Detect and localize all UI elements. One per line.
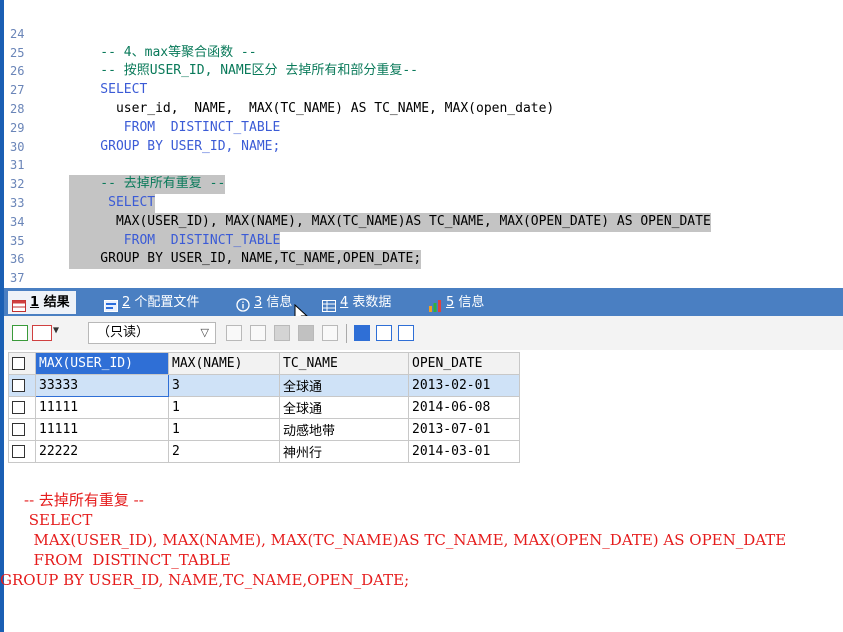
table-cell[interactable]: 33333 xyxy=(35,374,169,397)
info-icon xyxy=(236,297,250,312)
column-header[interactable]: OPEN_DATE xyxy=(408,352,520,375)
text-view-icon[interactable] xyxy=(398,325,414,341)
row-checkbox[interactable] xyxy=(8,418,36,441)
tab-number: 3 xyxy=(254,295,263,310)
editor-line: 28 FROM DISTINCT_TABLE xyxy=(4,81,843,135)
tab-number: 5 xyxy=(446,295,455,310)
row-checkbox[interactable] xyxy=(8,396,36,419)
row-checkbox[interactable] xyxy=(8,440,36,463)
editor-line: 34 FROM DISTINCT_TABLE xyxy=(4,194,843,251)
table-cell[interactable]: 11111 xyxy=(35,396,169,419)
profile-icon xyxy=(104,297,118,312)
editor-line: 30 xyxy=(4,119,843,154)
annotation-sql: -- 去掉所有重复 -- SELECT MAX(USER_ID), MAX(NA… xyxy=(0,490,787,590)
table-cell[interactable]: 22222 xyxy=(35,440,169,463)
insert-row-icon[interactable] xyxy=(226,325,242,341)
editor-line: 35 GROUP BY USER_ID, NAME,TC_NAME,OPEN_D… xyxy=(4,213,843,270)
table-cell[interactable]: 2013-07-01 xyxy=(408,418,520,441)
table-cell[interactable]: 1 xyxy=(168,418,280,441)
table-cell[interactable]: 2014-06-08 xyxy=(408,396,520,419)
annotation-line: SELECT xyxy=(24,511,93,529)
table-cell[interactable]: 1 xyxy=(168,396,280,419)
tab-info[interactable]: 3 信息 xyxy=(236,291,292,314)
editor-line: 31 -- 去掉所有重复 -- xyxy=(4,138,843,194)
chevron-down-icon: ▽ xyxy=(200,326,209,339)
select-all-checkbox[interactable] xyxy=(8,352,36,375)
annotation-line: FROM DISTINCT_TABLE xyxy=(24,551,231,569)
table-cell[interactable]: 2013-02-01 xyxy=(408,374,520,397)
column-header[interactable]: MAX(USER_ID) xyxy=(35,352,169,375)
table-row[interactable]: 22222 2 神州行 2014-03-01 xyxy=(8,440,520,463)
tab-number: 2 xyxy=(122,295,131,310)
row-checkbox[interactable] xyxy=(8,374,36,397)
line-number: 37 xyxy=(10,271,25,286)
tab-number: 1 xyxy=(30,295,40,310)
result-grid-icon xyxy=(12,297,26,312)
form-view-icon[interactable] xyxy=(376,325,392,341)
editor-line: 36 xyxy=(4,232,843,266)
editor-line: 33 MAX(USER_ID), MAX(NAME), MAX(TC_NAME)… xyxy=(4,175,843,232)
table-cell[interactable]: 神州行 xyxy=(279,440,409,463)
tab-label: 个配置文件 xyxy=(134,295,200,310)
table-cell[interactable]: 全球通 xyxy=(279,374,409,397)
delete-icon[interactable] xyxy=(298,325,314,341)
editor-line: 37 xyxy=(4,250,843,285)
grid-view-icon[interactable] xyxy=(354,325,370,341)
mode-select-value: （只读） xyxy=(97,325,150,340)
annotation-line: GROUP BY USER_ID, NAME,TC_NAME,OPEN_DATE… xyxy=(0,571,410,589)
table-data-icon xyxy=(322,297,336,312)
table-cell[interactable]: 3 xyxy=(168,374,280,397)
annotation-line: MAX(USER_ID), MAX(NAME), MAX(TC_NAME)AS … xyxy=(24,531,787,549)
tab-result[interactable]: 1 结果 xyxy=(8,291,76,314)
tab-label: 信息 xyxy=(458,295,485,310)
chart-info-icon xyxy=(428,297,442,312)
tab-table-data[interactable]: 4 表数据 xyxy=(322,291,391,314)
result-grid[interactable]: MAX(USER_ID) MAX(NAME) TC_NAME OPEN_DATE… xyxy=(8,352,520,463)
tab-info-2[interactable]: 5 信息 xyxy=(428,291,484,314)
table-cell[interactable]: 2 xyxy=(168,440,280,463)
result-tab-bar: 1 结果 2 个配置文件 3 信息 4 表数据 5 信息 xyxy=(4,288,843,325)
chevron-down-icon[interactable]: ▼ xyxy=(53,325,59,336)
table-row[interactable]: 11111 1 全球通 2014-06-08 xyxy=(8,396,520,419)
editor-line: 26 SELECT xyxy=(4,44,843,97)
result-toolbar: ▼ （只读） ▽ xyxy=(4,316,843,350)
tab-number: 4 xyxy=(340,295,349,310)
tab-label: 结果 xyxy=(43,295,70,310)
annotation-line: -- 去掉所有重复 -- xyxy=(24,491,144,509)
editor-line: 32 SELECT xyxy=(4,156,843,213)
editor-line: 24 -- 4、max等聚合函数 -- xyxy=(4,6,843,60)
editor-line: 25 -- 按照USER_ID, NAME区分 去掉所有和部分重复-- xyxy=(4,25,843,79)
copy-row-icon[interactable] xyxy=(250,325,266,341)
export-icon[interactable] xyxy=(32,325,52,341)
tab-label: 信息 xyxy=(266,295,293,310)
tab-label: 表数据 xyxy=(352,295,392,310)
save-icon[interactable] xyxy=(274,325,290,341)
column-header[interactable]: MAX(NAME) xyxy=(168,352,280,375)
grid-header-row: MAX(USER_ID) MAX(NAME) TC_NAME OPEN_DATE xyxy=(8,352,520,375)
table-cell[interactable]: 动感地带 xyxy=(279,418,409,441)
editor-line: 27 user_id, NAME, MAX(TC_NAME) AS TC_NAM… xyxy=(4,62,843,116)
table-cell[interactable]: 全球通 xyxy=(279,396,409,419)
reset-icon[interactable] xyxy=(322,325,338,341)
toolbar-divider xyxy=(346,324,347,343)
tab-profile[interactable]: 2 个配置文件 xyxy=(104,291,199,314)
mode-select[interactable]: （只读） ▽ xyxy=(88,322,216,344)
column-header[interactable]: TC_NAME xyxy=(279,352,409,375)
sql-editor[interactable]: 24 -- 4、max等聚合函数 -- 25 -- 按照USER_ID, NAM… xyxy=(4,0,843,288)
editor-line: 29 GROUP BY USER_ID, NAME; xyxy=(4,100,843,154)
table-cell[interactable]: 2014-03-01 xyxy=(408,440,520,463)
table-cell[interactable]: 11111 xyxy=(35,418,169,441)
table-row[interactable]: 11111 1 动感地带 2013-07-01 xyxy=(8,418,520,441)
table-row[interactable]: 33333 3 全球通 2013-02-01 xyxy=(8,374,520,397)
add-row-icon[interactable] xyxy=(12,325,28,341)
